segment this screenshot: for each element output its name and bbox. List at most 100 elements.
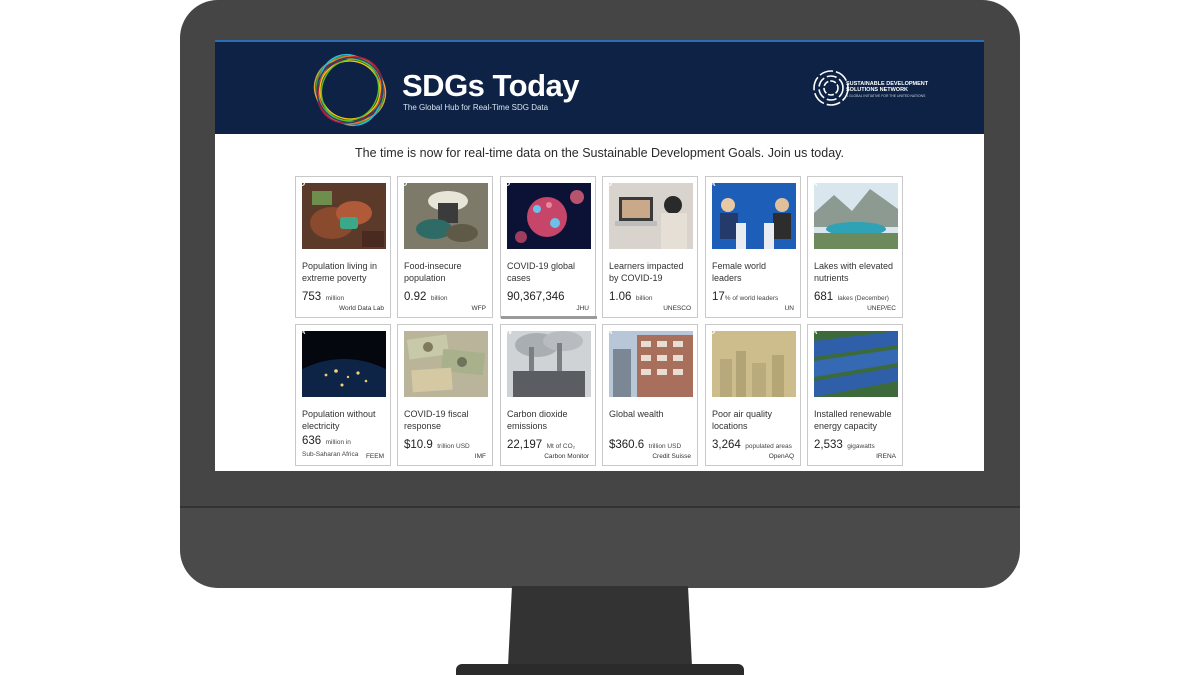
partner-name-line2: SOLUTIONS NETWORK	[846, 87, 909, 93]
card-title: COVID-19 fiscal response	[404, 409, 469, 431]
apartments-photo	[609, 331, 693, 397]
sdg-ring-logo-icon[interactable]	[307, 50, 393, 130]
solar-panels-photo	[814, 331, 898, 397]
card-unit: trillion USD	[437, 443, 470, 450]
card-unit: populated areas	[745, 443, 792, 450]
card-value: 2,533	[814, 439, 843, 451]
card-badge: A	[299, 326, 306, 336]
card-title: Food-insecure population	[404, 261, 462, 283]
card-hover-bar	[501, 316, 597, 319]
card-badge: A	[811, 178, 818, 188]
card-value: 0.92	[404, 291, 427, 303]
partner-subtitle: A GLOBAL INITIATIVE FOR THE UNITED NATIO…	[846, 94, 926, 98]
indicator-card-food-insecurity[interactable]: D Food-insecure population 0.92 billion …	[397, 176, 493, 318]
card-unit: billion	[635, 295, 653, 302]
card-source: UNESCO	[663, 305, 691, 312]
card-title: Population living in extreme poverty	[302, 261, 378, 283]
indicator-card-poverty[interactable]: D Population living in extreme poverty 7…	[295, 176, 391, 318]
card-title: Population without electricity	[302, 409, 376, 431]
card-title: Lakes with elevated nutrients	[814, 261, 894, 283]
card-title: COVID-19 global cases	[507, 261, 576, 283]
card-value: 3,264	[712, 439, 741, 451]
indicator-card-global-wealth[interactable]: A Global wealth $360.6 trillion USD Cred…	[602, 324, 698, 466]
card-source: IMF	[474, 453, 486, 460]
card-badge: D	[299, 178, 306, 188]
card-value-row: 22,197 Mt of CO₂	[507, 435, 595, 453]
laptop-learner-photo	[609, 183, 693, 249]
card-source: Credit Suisse	[652, 453, 691, 460]
indicator-card-female-leaders[interactable]: A Female world leaders 17% of world lead…	[705, 176, 801, 318]
card-unit: trillion USD	[648, 443, 682, 450]
intro-text: The time is now for real-time data on th…	[355, 146, 844, 160]
card-source: UNEP/EC	[867, 305, 896, 312]
card-unit: gigawatts	[847, 443, 875, 450]
card-source: FEEM	[365, 453, 384, 460]
card-source: OpenAQ	[768, 453, 794, 460]
card-value: 636	[302, 435, 322, 447]
card-value: 22,197	[507, 439, 543, 451]
monitor-screen: SDGs Today The Global Hub for Real-Time …	[215, 40, 984, 471]
card-value: 681	[814, 291, 834, 303]
card-value: 17	[712, 291, 725, 303]
card-unit: billion	[430, 295, 448, 302]
indicator-card-covid-cases[interactable]: D COVID-19 global cases 90,367,346 JHU	[500, 176, 597, 319]
card-value: $360.6	[609, 439, 645, 451]
card-badge: W	[504, 326, 513, 336]
indicator-card-lakes[interactable]: A Lakes with elevated nutrients 681 lake…	[807, 176, 903, 318]
card-title: Installed renewable energy capacity	[814, 409, 892, 431]
card-value-row: 2,533 gigawatts	[814, 435, 902, 453]
card-title: Female world leaders	[712, 261, 767, 283]
card-badge: D	[504, 178, 511, 188]
card-badge: A	[606, 326, 613, 336]
card-value: 1.06	[609, 291, 632, 303]
card-value-row: 0.92 billion	[404, 287, 492, 305]
indicator-card-electricity[interactable]: A Population without electricity 636 mil…	[295, 324, 391, 466]
indicator-card-co2-emissions[interactable]: W Carbon dioxide emissions 22,197 Mt of …	[500, 324, 596, 466]
card-value-row: 636 million in Sub-Saharan Africa	[302, 435, 366, 459]
card-value-row: 3,264 populated areas	[712, 435, 800, 453]
site-tagline: The Global Hub for Real-Time SDG Data	[403, 103, 549, 112]
card-title: Poor air quality locations	[712, 409, 773, 431]
card-value: 753	[302, 291, 322, 303]
card-unit: lakes (December)	[837, 295, 889, 302]
card-source: JHU	[576, 305, 589, 312]
card-badge: A	[709, 178, 716, 188]
banknotes-photo	[404, 331, 488, 397]
sdsn-logo-icon[interactable]	[811, 68, 851, 108]
card-value-row: 681 lakes (December)	[814, 287, 902, 305]
smog-city-photo	[712, 331, 796, 397]
card-source: UN	[784, 305, 794, 312]
card-title: Global wealth	[609, 409, 664, 419]
card-value-row: 17% of world leaders	[712, 287, 800, 305]
lake-photo	[814, 183, 898, 249]
farmer-photo	[404, 183, 488, 249]
leaders-photo	[712, 183, 796, 249]
card-value: 90,367,346	[507, 291, 565, 303]
monitor-stand	[508, 586, 692, 666]
power-plant-photo	[507, 331, 591, 397]
indicator-card-learners[interactable]: D Learners impacted by COVID-19 1.06 bil…	[602, 176, 698, 318]
virus-photo	[507, 183, 591, 249]
card-title: Carbon dioxide emissions	[507, 409, 568, 431]
card-source: Carbon Monitor	[544, 453, 589, 460]
card-unit: % of world leaders	[724, 295, 779, 302]
site-header: SDGs Today The Global Hub for Real-Time …	[215, 40, 984, 134]
card-value-row: $360.6 trillion USD	[609, 435, 697, 453]
site-title[interactable]: SDGs Today	[402, 68, 580, 104]
night-earth-photo	[302, 331, 386, 397]
card-unit: million	[325, 295, 345, 302]
indicator-card-air-quality[interactable]: D Poor air quality locations 3,264 popul…	[705, 324, 801, 466]
card-badge: D	[709, 326, 716, 336]
indicator-card-fiscal-response[interactable]: COVID-19 fiscal response $10.9 trillion …	[397, 324, 493, 466]
card-value-row: 1.06 billion	[609, 287, 697, 305]
card-source: World Data Lab	[338, 305, 384, 312]
card-badge: A	[811, 326, 818, 336]
partner-name: SUSTAINABLE DEVELOPMENT SOLUTIONS NETWOR…	[846, 81, 928, 93]
card-badge: D	[606, 178, 613, 188]
card-source: WFP	[471, 305, 486, 312]
monitor-base	[456, 664, 744, 675]
monitor-chin	[180, 506, 1020, 588]
indicator-card-renewable-energy[interactable]: A Installed renewable energy capacity 2,…	[807, 324, 903, 466]
card-value: $10.9	[404, 439, 433, 451]
card-value-row: $10.9 trillion USD	[404, 435, 492, 453]
